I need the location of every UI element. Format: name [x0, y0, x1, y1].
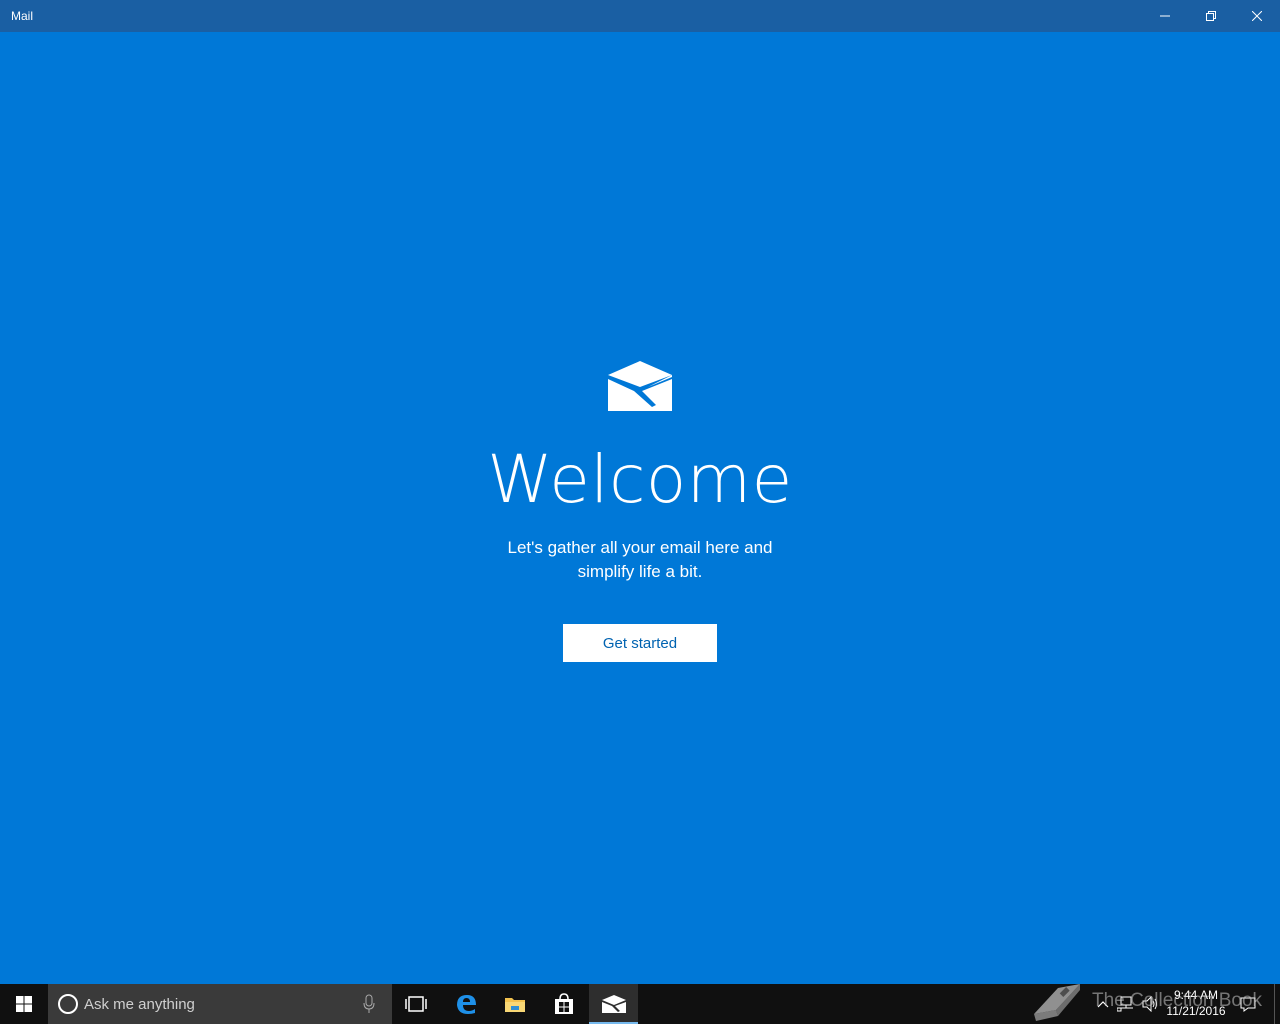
microphone-icon[interactable]: [362, 994, 376, 1014]
get-started-button[interactable]: Get started: [563, 624, 717, 662]
windows-logo-icon: [16, 996, 32, 1012]
edge-icon: [457, 995, 476, 1014]
welcome-subtitle-line1: Let's gather all your email here and: [507, 538, 773, 557]
restore-button[interactable]: [1188, 0, 1234, 32]
cortana-search-box[interactable]: Ask me anything: [48, 984, 392, 1024]
window-title: Mail: [11, 9, 34, 23]
welcome-subtitle-line2: simplify life a bit.: [577, 562, 703, 581]
welcome-title: Welcome: [487, 441, 793, 518]
minimize-button[interactable]: [1142, 0, 1188, 32]
store-button[interactable]: [540, 984, 588, 1024]
task-view-icon: [405, 996, 427, 1012]
title-bar: Mail: [0, 0, 1280, 32]
welcome-screen: Welcome Let's gather all your email here…: [0, 32, 1280, 984]
close-button[interactable]: [1234, 0, 1280, 32]
edge-button[interactable]: [442, 984, 490, 1024]
mail-envelope-icon: [608, 361, 672, 411]
mail-taskbar-button[interactable]: [589, 984, 638, 1024]
book-logo-icon: [1034, 984, 1080, 1021]
close-icon: [1252, 11, 1262, 21]
watermark: The Collection Book: [1030, 976, 1270, 1024]
watermark-text: The Collection Book: [1092, 990, 1263, 1011]
welcome-subtitle: Let's gather all your email here and sim…: [440, 536, 840, 584]
task-view-button[interactable]: [392, 984, 440, 1024]
show-desktop-button[interactable]: [1274, 984, 1276, 1024]
search-placeholder: Ask me anything: [84, 996, 195, 1013]
store-icon: [555, 993, 573, 1014]
restore-icon: [1206, 11, 1216, 21]
start-button[interactable]: [0, 984, 48, 1024]
minimize-icon: [1160, 15, 1170, 17]
file-explorer-icon: [505, 998, 525, 1012]
cortana-icon: [58, 994, 78, 1014]
mail-icon: [601, 995, 626, 1013]
file-explorer-button[interactable]: [491, 984, 539, 1024]
